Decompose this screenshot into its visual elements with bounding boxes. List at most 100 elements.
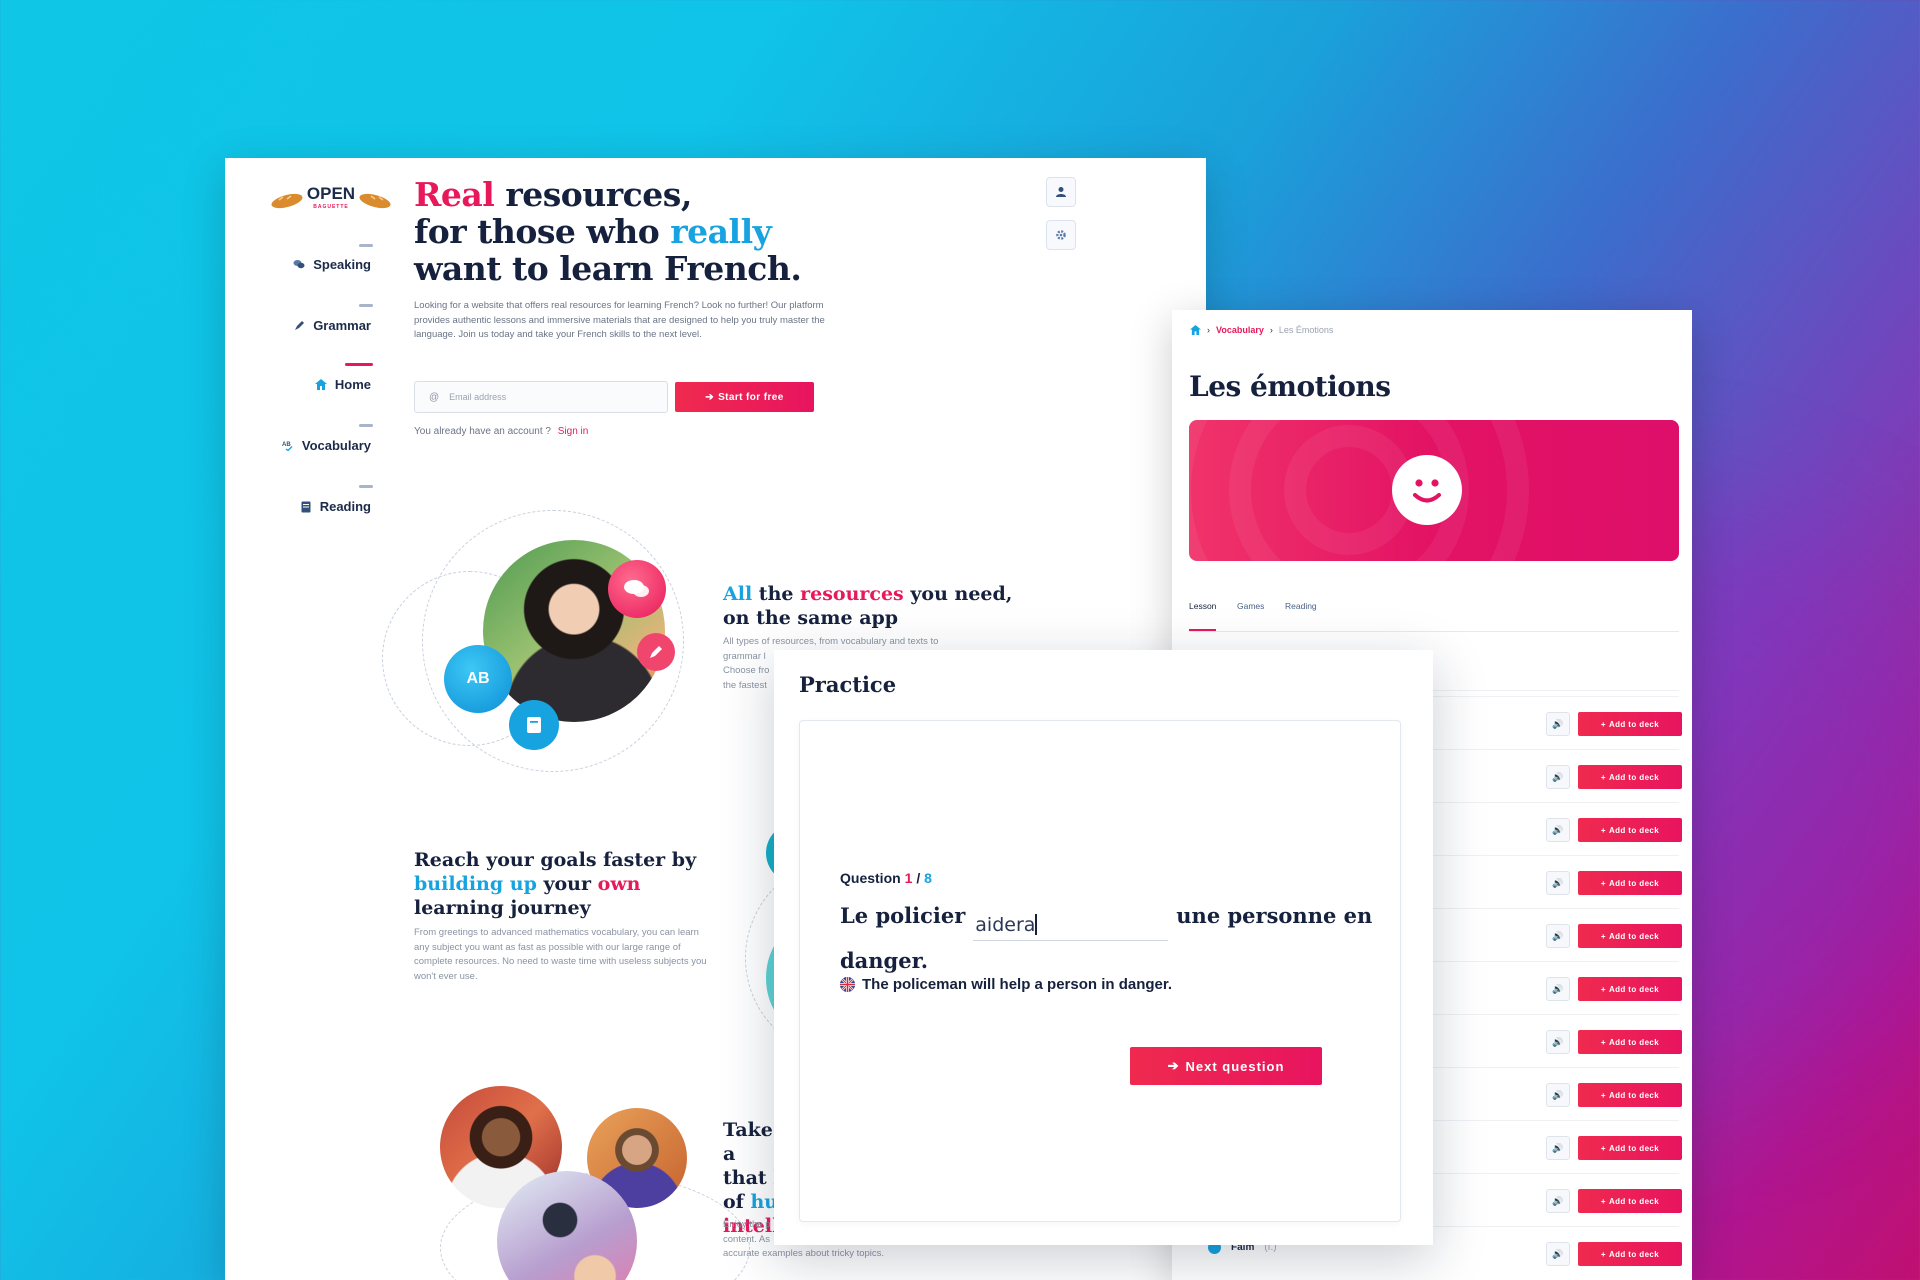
add-to-deck-button[interactable]: + Add to deck: [1578, 1030, 1682, 1054]
hero-title-part: want to learn French.: [414, 249, 802, 288]
next-question-button[interactable]: ➔ Next question: [1130, 1047, 1322, 1085]
at-sign-icon: @: [429, 391, 440, 403]
speaker-button[interactable]: 🔊: [1546, 1189, 1570, 1213]
speaker-icon: 🔊: [1552, 1195, 1564, 1206]
speaker-icon: 🔊: [1552, 718, 1564, 729]
add-to-deck-button[interactable]: + Add to deck: [1578, 1189, 1682, 1213]
sign-in-link[interactable]: Sign in: [558, 426, 589, 437]
speaker-button[interactable]: 🔊: [1546, 977, 1570, 1001]
answer-input[interactable]: aidera: [973, 909, 1169, 941]
nav-divider: [359, 304, 373, 307]
speaker-button[interactable]: 🔊: [1546, 818, 1570, 842]
hero-title-word-real: Real: [414, 175, 495, 214]
add-to-deck-button[interactable]: + Add to deck: [1578, 818, 1682, 842]
speaker-icon: 🔊: [1552, 983, 1564, 994]
tab-games[interactable]: Games: [1237, 601, 1264, 611]
title-part: resources: [800, 583, 904, 605]
nav-divider: [359, 424, 373, 427]
nav-divider: [359, 244, 373, 247]
speaker-button[interactable]: 🔊: [1546, 1030, 1570, 1054]
vocabulary-icon: AB: [282, 440, 294, 452]
title-part: of: [723, 1191, 751, 1213]
email-field[interactable]: @ Email address: [414, 381, 668, 413]
practice-card: Practice Question 1 / 8 Le policier aidera…: [774, 650, 1433, 1245]
plus-icon: +: [1600, 1196, 1606, 1206]
speaker-button[interactable]: 🔊: [1546, 1136, 1570, 1160]
plus-icon: +: [1600, 1090, 1606, 1100]
translation: The policeman will help a person in dang…: [840, 976, 1172, 993]
user-icon: [1056, 187, 1066, 197]
arrow-right-icon: ➔: [1167, 1058, 1180, 1073]
add-to-deck-button[interactable]: + Add to deck: [1578, 765, 1682, 789]
start-for-free-button[interactable]: ➔ Start for free: [675, 382, 814, 412]
tab-reading[interactable]: Reading: [1285, 601, 1317, 611]
bubble-ab-text: AB: [466, 670, 490, 687]
add-to-deck-button[interactable]: + Add to deck: [1578, 712, 1682, 736]
nav-divider: [359, 485, 373, 488]
settings-button[interactable]: [1046, 220, 1076, 250]
plus-icon: +: [1600, 1143, 1606, 1153]
nav-label: Reading: [319, 499, 371, 514]
home-icon[interactable]: [1190, 325, 1201, 335]
nav-item-grammar[interactable]: Grammar: [293, 318, 371, 333]
add-to-deck-button[interactable]: + Add to deck: [1578, 1136, 1682, 1160]
home-icon: [314, 379, 327, 391]
account-button[interactable]: [1046, 177, 1076, 207]
nav-item-reading[interactable]: Reading: [300, 499, 371, 514]
hero-title: Real resources, for those who really wan…: [414, 176, 874, 287]
title-part: building up: [414, 873, 537, 895]
add-to-deck-button[interactable]: + Add to deck: [1578, 1242, 1682, 1266]
speaker-button[interactable]: 🔊: [1546, 924, 1570, 948]
page-title: Les émotions: [1189, 370, 1391, 403]
nav-label: Vocabulary: [301, 438, 371, 453]
book-icon: [300, 501, 312, 513]
question-separator: /: [912, 870, 925, 886]
email-placeholder: Email address: [449, 392, 507, 402]
answer-value: aidera: [975, 914, 1036, 936]
lesson-tabs: Lesson Games Reading: [1189, 596, 1679, 632]
nav-active-indicator: [345, 363, 373, 366]
text-caret: [1035, 914, 1037, 935]
sentence-start: Le policier: [840, 903, 966, 928]
uk-flag-icon: [840, 977, 855, 992]
svg-text:AB: AB: [282, 442, 291, 448]
question-panel: Question 1 / 8 Le policier aidera une perso…: [799, 720, 1401, 1222]
breadcrumb-vocabulary[interactable]: Vocabulary: [1216, 325, 1264, 335]
breadcrumb: › Vocabulary › Les Émotions: [1190, 325, 1333, 335]
plus-icon: +: [1600, 931, 1606, 941]
speaker-button[interactable]: 🔊: [1546, 712, 1570, 736]
question-label: Question: [840, 870, 901, 886]
add-to-deck-button[interactable]: + Add to deck: [1578, 924, 1682, 948]
speaker-button[interactable]: 🔊: [1546, 871, 1570, 895]
add-to-deck-button[interactable]: + Add to deck: [1578, 871, 1682, 895]
hero-title-part: for those who: [414, 212, 671, 251]
speaker-icon: 🔊: [1552, 1248, 1564, 1259]
feature-goals-desc: From greetings to advanced mathematics v…: [414, 927, 707, 982]
emotions-banner: [1189, 420, 1679, 561]
add-to-deck-label: Add to deck: [1608, 1090, 1660, 1100]
smiley-icon: [1392, 455, 1462, 525]
book-bubble-icon: [509, 700, 559, 750]
nav-item-speaking[interactable]: Speaking: [293, 257, 371, 272]
pen-icon: [293, 320, 305, 332]
logo-sub: BAGUETTE: [313, 204, 349, 210]
tab-lesson[interactable]: Lesson: [1189, 601, 1216, 611]
speaker-button[interactable]: 🔊: [1546, 1083, 1570, 1107]
signin-line: You already have an account ? Sign in: [414, 426, 588, 437]
speaker-button[interactable]: 🔊: [1546, 1242, 1570, 1266]
question-sentence: Le policier aidera une personne en danger.: [840, 896, 1380, 981]
nav-item-home[interactable]: Home: [314, 377, 371, 392]
add-to-deck-button[interactable]: + Add to deck: [1578, 977, 1682, 1001]
speaker-button[interactable]: 🔊: [1546, 765, 1570, 789]
already-account-text: You already have an account ?: [414, 426, 551, 437]
add-to-deck-label: Add to deck: [1608, 1143, 1660, 1153]
ab-check-bubble-icon: AB: [444, 645, 512, 713]
chevron-right-icon: ›: [1269, 325, 1273, 335]
open-baguette-logo[interactable]: OPEN BAGUETTE: [271, 178, 391, 214]
plus-icon: +: [1600, 719, 1606, 729]
nav-label: Speaking: [313, 257, 371, 272]
speaker-icon: 🔊: [1552, 1036, 1564, 1047]
hero-description: Looking for a website that offers real r…: [414, 300, 825, 340]
nav-item-vocabulary[interactable]: AB Vocabulary: [282, 438, 371, 453]
add-to-deck-button[interactable]: + Add to deck: [1578, 1083, 1682, 1107]
